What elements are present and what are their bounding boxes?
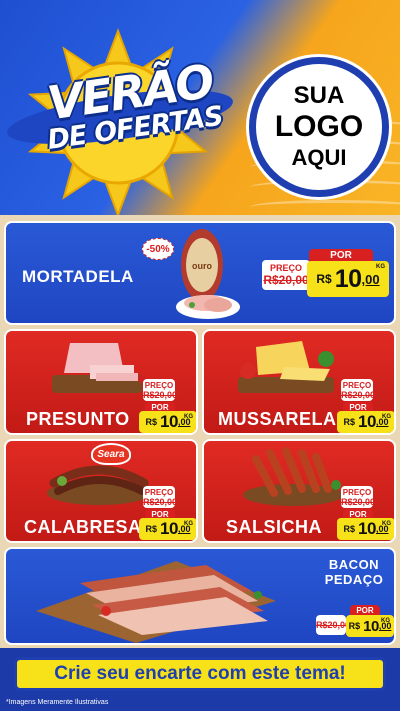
old-price-label: PREÇO [269, 263, 302, 273]
logo-text-3: AQUI [291, 145, 347, 170]
bacon-name-line-2: PEDAÇO [324, 572, 384, 587]
price-integer: 10 [363, 617, 379, 635]
product-name-mortadela: MORTADELA [22, 267, 134, 286]
disclaimer-text: *Imagens Meramente Ilustrativas [6, 699, 109, 706]
old-price-label: PREÇO [342, 488, 372, 497]
price-block-salsicha: PREÇO R$20,00 POR R$ 10 ,00 KG [337, 486, 394, 541]
header-banner: ⠀ VERÃO DE OFERTAS SUA LOGO AQUI [0, 0, 400, 215]
logo-placeholder: SUA LOGO AQUI [249, 57, 389, 197]
mussarela-image [238, 341, 334, 393]
price-currency: R$ [348, 621, 361, 631]
bacon-image [36, 561, 276, 643]
presunto-image [52, 343, 146, 393]
price-unit: KG [382, 521, 391, 527]
old-price-value: R$20,00 [143, 390, 178, 400]
new-price-box: R$ 10 ,00 KG [139, 411, 196, 433]
wave-decoration [250, 200, 400, 214]
price-currency: R$ [145, 417, 158, 427]
product-name-calabresa: CALABRESA [24, 517, 142, 537]
card-presunto[interactable]: PRESUNTO PREÇO R$20,00 POR R$ 10 ,00 KG [4, 329, 198, 435]
old-price-value: R$20,00 [341, 497, 376, 507]
price-integer: 10 [358, 519, 376, 538]
card-mortadela[interactable]: MORTADELA -50% ouro PREÇO R$20,00 POR R$… [4, 221, 396, 325]
old-price-box: R$20,00 [316, 615, 351, 635]
price-integer: 10 [358, 412, 376, 431]
old-price-label: PREÇO [144, 381, 174, 390]
price-block-presunto: PREÇO R$20,00 POR R$ 10 ,00 KG [139, 379, 196, 433]
price-currency: R$ [316, 272, 332, 286]
price-unit: KG [184, 521, 193, 527]
price-decimal: ,00 [361, 271, 380, 287]
old-price-box: PREÇO R$20,00 [143, 379, 178, 401]
old-price-box: PREÇO R$20,00 [341, 379, 376, 401]
price-integer: 10 [160, 519, 178, 538]
price-block-mortadela: PREÇO R$20,00 POR R$ 10 ,00 KG [262, 249, 392, 299]
card-salsicha[interactable]: SALSICHA PREÇO R$20,00 POR R$ 10 ,00 KG [202, 439, 396, 543]
new-price-box: R$ 10 ,00 KG [139, 518, 196, 540]
card-mussarela[interactable]: MUSSARELA PREÇO R$20,00 POR R$ 10 ,00 KG [202, 329, 396, 435]
price-unit: KG [376, 264, 385, 270]
cta-button[interactable]: Crie seu encarte com este tema! [14, 657, 386, 691]
product-name-bacon: BACON PEDAÇO [324, 557, 384, 587]
new-price-box: R$ 10 ,00 KG [307, 261, 389, 297]
price-integer: 10 [160, 412, 178, 431]
price-block-calabresa: PREÇO R$20,00 POR R$ 10 ,00 KG [139, 486, 196, 541]
calabresa-image [47, 465, 151, 505]
product-name-presunto: PRESUNTO [26, 409, 130, 429]
price-unit: KG [184, 414, 193, 420]
bacon-name-line-1: BACON [328, 557, 380, 572]
new-price-box: R$ 10 ,00 KG [337, 518, 394, 540]
price-block-mussarela: PREÇO R$20,00 POR R$ 10 ,00 KG [337, 379, 394, 433]
logo-text-2: LOGO [274, 110, 364, 143]
old-price-box: PREÇO R$20,00 [262, 260, 310, 290]
product-name-mussarela: MUSSARELA [218, 409, 337, 429]
price-unit: KG [381, 618, 390, 624]
price-integer: 10 [334, 264, 362, 293]
old-price-value: R$20,00 [143, 497, 178, 507]
logo-text-1: SUA [293, 82, 345, 109]
card-calabresa[interactable]: Seara CALABRESA PREÇO R$20,00 POR R$ 10 … [4, 439, 198, 543]
new-price-box: R$ 10 ,00 KG [346, 615, 394, 637]
price-block-bacon: R$20,00 POR R$ 10 ,00 KG [316, 601, 394, 643]
card-bacon[interactable]: BACON PEDAÇO R$20,00 POR R$ 10 ,00 KG [4, 547, 396, 645]
old-price-value: R$20,00 [316, 620, 351, 630]
old-price-label: PREÇO [342, 381, 372, 390]
old-price-value: R$20,00 [263, 273, 309, 287]
old-price-box: PREÇO R$20,00 [143, 486, 178, 508]
old-price-label: PREÇO [144, 488, 174, 497]
price-currency: R$ [343, 524, 356, 534]
mortadela-image: ouro [176, 229, 240, 319]
old-price-box: PREÇO R$20,00 [341, 486, 376, 508]
old-price-value: R$20,00 [341, 390, 376, 400]
new-price-box: R$ 10 ,00 KG [337, 411, 394, 433]
price-currency: R$ [145, 524, 158, 534]
svg-text:ouro: ouro [192, 261, 212, 271]
salsicha-image [243, 447, 343, 506]
price-currency: R$ [343, 417, 356, 427]
product-name-salsicha: SALSICHA [226, 517, 323, 537]
price-unit: KG [382, 414, 391, 420]
